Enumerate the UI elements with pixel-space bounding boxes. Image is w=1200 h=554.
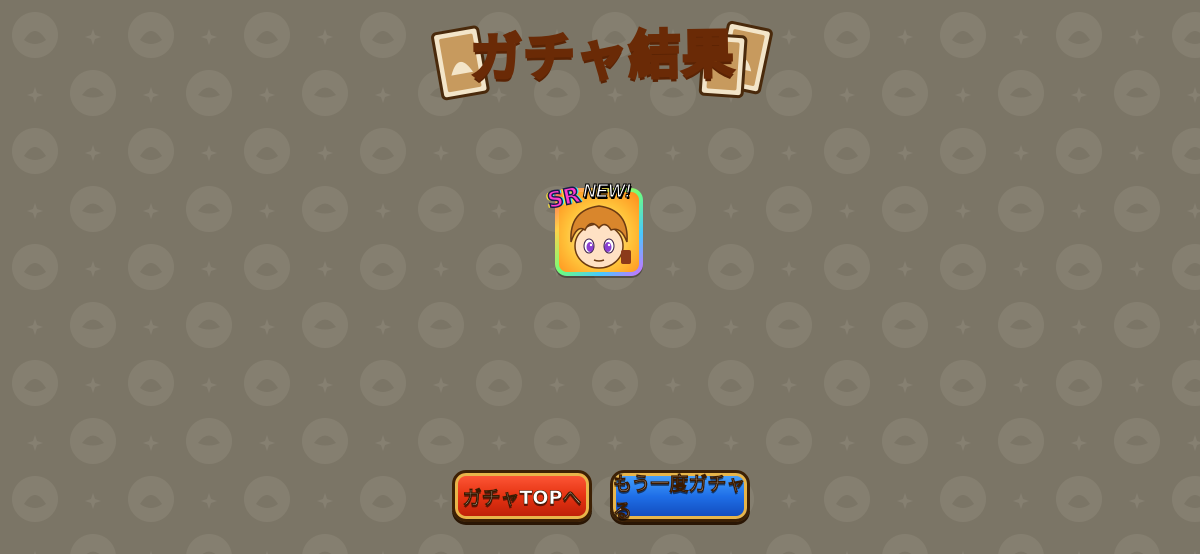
title-banner: ガチャ結果: [430, 12, 775, 104]
gacha-again-button[interactable]: もう一度ガチャる: [610, 470, 750, 522]
page-title: ガチャ結果: [468, 23, 736, 91]
gacha-top-button[interactable]: ガチャTOPへ: [452, 470, 592, 522]
new-badge: NEW!: [583, 181, 632, 202]
result-character-card[interactable]: SR NEW!: [544, 178, 649, 282]
